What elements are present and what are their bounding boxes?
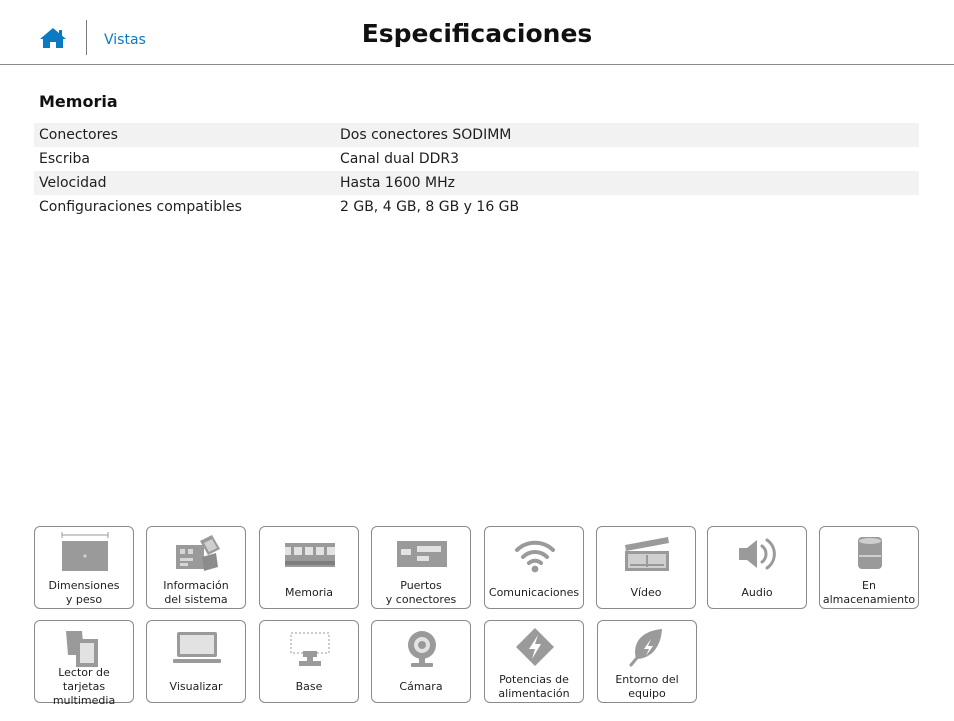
spec-value: Canal dual DDR3: [340, 151, 460, 167]
speaker-icon: [739, 538, 776, 570]
tile-label: En almacenamiento: [822, 579, 916, 606]
spec-value: 2 GB, 4 GB, 8 GB y 16 GB: [340, 199, 520, 215]
keyboard-base-icon: [290, 632, 330, 666]
tile-comunicaciones[interactable]: Comunicaciones: [484, 526, 584, 609]
table-row: Conectores Dos conectores SODIMM: [34, 123, 919, 147]
environment-leaf-icon: [629, 629, 662, 667]
laptop-dimensions-icon: [61, 532, 109, 571]
tile-label: Puertos y conectores: [385, 579, 457, 606]
tile-label: Audio: [741, 586, 773, 599]
tile-label: Cámara: [399, 680, 443, 693]
table-row: Configuraciones compatibles 2 GB, 4 GB, …: [34, 195, 919, 219]
memory-module-icon: [285, 543, 335, 567]
spec-value: Dos conectores SODIMM: [340, 127, 512, 143]
ports-icon: [397, 541, 447, 567]
spec-label: Configuraciones compatibles: [39, 199, 242, 215]
section-title: Memoria: [39, 92, 118, 111]
tile-dimensiones[interactable]: Dimensiones y peso: [34, 526, 134, 609]
motherboard-icon: [176, 535, 220, 571]
tile-video[interactable]: Vídeo: [596, 526, 696, 609]
power-icon: [516, 628, 554, 666]
tile-label: Base: [295, 680, 323, 693]
tile-visualizar[interactable]: Visualizar: [146, 620, 246, 703]
tile-base[interactable]: Base: [259, 620, 359, 703]
spec-table: Conectores Dos conectores SODIMM Escriba…: [34, 123, 919, 219]
wifi-icon: [515, 540, 555, 573]
storage-drive-icon: [858, 537, 882, 569]
media-card-icon: [66, 631, 98, 667]
webcam-icon: [408, 631, 436, 667]
tile-label: Dimensiones y peso: [48, 579, 120, 606]
tile-label: Comunicaciones: [488, 586, 580, 599]
header-bar: Vistas Especificaciones: [0, 0, 954, 65]
tile-potencias-alimentacion[interactable]: Potencias de alimentación: [484, 620, 584, 703]
tile-label: Entorno del equipo: [615, 673, 679, 700]
tile-lector-tarjetas[interactable]: Lector de tarjetas multimedia: [34, 620, 134, 707]
tile-almacenamiento[interactable]: En almacenamiento: [819, 526, 919, 609]
tile-label: Visualizar: [169, 680, 223, 693]
table-row: Velocidad Hasta 1600 MHz: [34, 171, 919, 195]
tile-label: Memoria: [284, 586, 334, 599]
tile-label: Lector de tarjetas multimedia: [52, 666, 116, 707]
tile-entorno-equipo[interactable]: Entorno del equipo: [597, 620, 697, 703]
spec-label: Velocidad: [39, 175, 107, 191]
tile-puertos-conectores[interactable]: Puertos y conectores: [371, 526, 471, 609]
tile-audio[interactable]: Audio: [707, 526, 807, 609]
display-icon: [173, 632, 221, 663]
page-title: Especificaciones: [361, 19, 593, 48]
spec-value: Hasta 1600 MHz: [340, 175, 455, 191]
table-row: Escriba Canal dual DDR3: [34, 147, 919, 171]
tile-camara[interactable]: Cámara: [371, 620, 471, 703]
tile-label: Potencias de alimentación: [498, 673, 570, 700]
tile-informacion-sistema[interactable]: Información del sistema: [146, 526, 246, 609]
spec-label: Escriba: [39, 151, 90, 167]
spec-label: Conectores: [39, 127, 118, 143]
video-clapperboard-icon: [625, 537, 669, 571]
tile-label: Vídeo: [630, 586, 662, 599]
tile-label: Información del sistema: [163, 579, 229, 606]
tile-memoria[interactable]: Memoria: [259, 526, 359, 609]
